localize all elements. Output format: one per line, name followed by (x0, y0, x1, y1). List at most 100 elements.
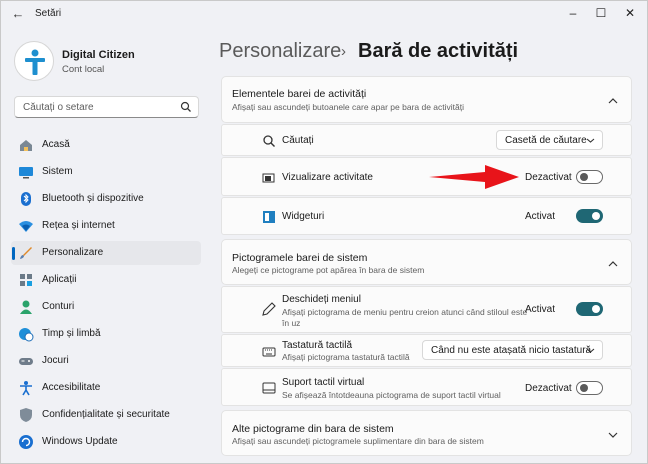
search-mode-dropdown[interactable]: Casetă de căutare (496, 130, 603, 150)
sidebar-item-label: Conturi (42, 301, 75, 312)
sidebar-item-privacy[interactable]: Confidențialitate și securitate (11, 403, 201, 427)
search-input[interactable]: Căutați o setare (14, 96, 199, 118)
toggle-state-label: Dezactivat (525, 383, 572, 394)
chevron-up-icon[interactable] (607, 259, 619, 269)
active-indicator (12, 247, 15, 260)
brush-icon (20, 247, 32, 259)
breadcrumb-separator: › (341, 43, 346, 60)
home-icon (20, 140, 32, 151)
setting-label: Suport tactil virtual (282, 377, 365, 388)
profile-account-type: Cont local (62, 64, 105, 75)
touchpad-icon (262, 382, 276, 394)
title-bar: ← Setări – ☐ ✕ (1, 1, 647, 27)
back-arrow-icon[interactable]: ← (9, 6, 27, 22)
setting-row-pen-menu: Deschideți meniul Afișați pictograma de … (221, 286, 632, 333)
settings-window: ← Setări – ☐ ✕ Digital Citizen Cont loca… (0, 0, 648, 464)
setting-label: Deschideți meniul (282, 294, 361, 305)
sidebar-item-accessibility[interactable]: Accesibilitate (11, 376, 201, 400)
search-icon (263, 135, 275, 147)
chevron-down-icon[interactable] (607, 430, 619, 440)
setting-row-widgets: Widgeturi Activat (221, 197, 632, 235)
pen-icon (262, 302, 276, 316)
search-placeholder: Căutați o setare (23, 102, 94, 113)
setting-description: Afișați pictograma de meniu pentru creio… (282, 307, 528, 328)
chevron-down-icon (586, 348, 595, 353)
section-other-tray-icons[interactable]: Alte pictograme din bara de sistem Afișa… (221, 410, 632, 456)
toggle-state-label: Dezactivat (525, 172, 572, 183)
section-title: Elementele barei de activități (232, 88, 367, 100)
annotation-arrow-icon (429, 165, 519, 189)
sidebar-item-label: Bluetooth și dispozitive (42, 193, 144, 204)
minimize-button[interactable]: – (563, 4, 583, 22)
account-icon (20, 300, 32, 314)
sidebar-item-system[interactable]: Sistem (11, 160, 201, 184)
section-subtitle: Afișați sau ascundeți pictogramele supli… (232, 436, 484, 446)
sidebar-item-label: Windows Update (42, 436, 118, 447)
task-view-toggle[interactable] (576, 170, 603, 184)
section-system-tray-header[interactable]: Pictogramele barei de sistem Alegeți ce … (221, 239, 632, 285)
update-icon (19, 435, 33, 449)
sidebar-item-label: Rețea și internet (42, 220, 115, 231)
virtual-touchpad-toggle[interactable] (576, 381, 603, 395)
setting-row-search: Căutați Casetă de căutare (221, 124, 632, 156)
section-taskbar-items-header[interactable]: Elementele barei de activități Afișați s… (221, 76, 632, 123)
wifi-icon (19, 221, 33, 232)
sidebar-item-label: Personalizare (42, 247, 104, 258)
setting-row-touch-keyboard: Tastatură tactilă Afișați pictograma tas… (221, 334, 632, 367)
section-title: Alte pictograme din bara de sistem (232, 423, 394, 435)
sidebar-item-label: Jocuri (42, 355, 69, 366)
sidebar-item-windows-update[interactable]: Windows Update (11, 430, 201, 454)
sidebar-item-time-language[interactable]: Timp și limbă (11, 322, 201, 346)
globe-clock-icon (19, 328, 34, 342)
section-subtitle: Afișați sau ascundeți butoanele care apa… (232, 102, 465, 112)
sidebar-item-home[interactable]: Acasă (11, 133, 201, 157)
system-icon (19, 167, 33, 179)
pen-menu-toggle[interactable] (576, 302, 603, 316)
keyboard-icon (262, 347, 276, 357)
apps-icon (20, 274, 32, 286)
sidebar-item-label: Accesibilitate (42, 382, 101, 393)
toggle-state-label: Activat (525, 211, 556, 222)
close-button[interactable]: ✕ (620, 4, 640, 22)
widgets-toggle[interactable] (576, 209, 603, 223)
breadcrumb-parent[interactable]: Personalizare (219, 40, 341, 63)
chevron-down-icon (586, 138, 595, 143)
sidebar-item-gaming[interactable]: Jocuri (11, 349, 201, 373)
sidebar-item-bluetooth[interactable]: Bluetooth și dispozitive (11, 187, 201, 211)
sidebar-item-network[interactable]: Rețea și internet (11, 214, 201, 238)
avatar[interactable] (14, 41, 54, 81)
page-title: Bară de activități (358, 40, 519, 62)
setting-row-task-view: Vizualizare activitate Dezactivat (221, 157, 632, 196)
setting-description: Se afișează întotdeauna pictograma de su… (282, 390, 501, 400)
sidebar-item-label: Acasă (42, 139, 70, 150)
sidebar-item-personalization[interactable]: Personalizare (11, 241, 201, 265)
search-icon (180, 101, 191, 112)
gamepad-icon (19, 358, 33, 365)
maximize-button[interactable]: ☐ (591, 4, 611, 22)
sidebar-item-apps[interactable]: Aplicații (11, 268, 201, 292)
setting-label: Tastatură tactilă (282, 340, 353, 351)
user-logo-icon (25, 49, 45, 75)
sidebar-item-label: Timp și limbă (42, 328, 101, 339)
window-title: Setări (35, 8, 62, 19)
bluetooth-icon (21, 192, 31, 206)
widgets-icon (263, 211, 275, 223)
dropdown-value: Casetă de căutare (505, 135, 587, 146)
sidebar-item-label: Sistem (42, 166, 73, 177)
shield-icon (20, 408, 32, 422)
touch-keyboard-dropdown[interactable]: Când nu este atașată nicio tastatură (422, 340, 603, 360)
accessibility-icon (20, 381, 32, 396)
profile-name: Digital Citizen (62, 49, 135, 61)
chevron-up-icon[interactable] (607, 96, 619, 106)
setting-row-virtual-touchpad: Suport tactil virtual Se afișează întotd… (221, 368, 632, 406)
setting-label: Căutați (282, 135, 314, 146)
setting-label: Vizualizare activitate (282, 172, 373, 183)
toggle-state-label: Activat (525, 304, 556, 315)
section-subtitle: Alegeți ce pictograme pot apărea în bara… (232, 265, 425, 275)
sidebar-item-accounts[interactable]: Conturi (11, 295, 201, 319)
sidebar-item-label: Confidențialitate și securitate (42, 409, 170, 420)
setting-label: Widgeturi (282, 211, 325, 222)
section-title: Pictogramele barei de sistem (232, 252, 368, 264)
dropdown-value: Când nu este atașată nicio tastatură (431, 345, 592, 356)
sidebar-item-label: Aplicații (42, 274, 77, 285)
